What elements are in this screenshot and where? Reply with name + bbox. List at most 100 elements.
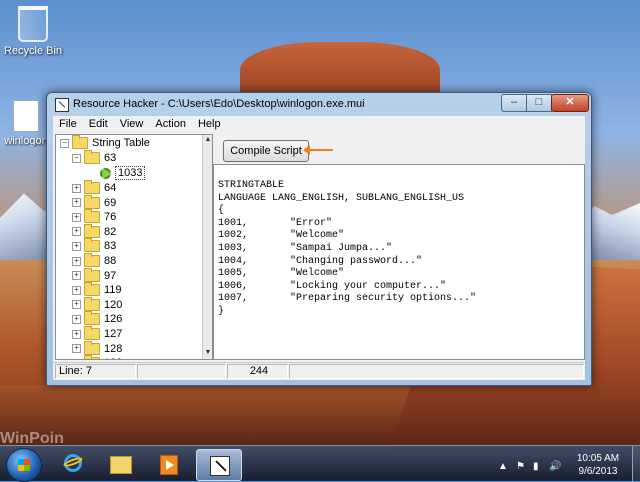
expand-icon[interactable]: + bbox=[72, 344, 81, 354]
folder-icon bbox=[84, 355, 100, 359]
clock-time: 10:05 AM bbox=[576, 453, 620, 464]
show-hidden-icons[interactable]: ▲ bbox=[498, 461, 508, 472]
code-line: 1004, "Changing password..." bbox=[218, 255, 423, 267]
tree-node[interactable]: +64 bbox=[72, 180, 117, 196]
code-line: 1006, "Locking your computer..." bbox=[218, 280, 447, 292]
document-icon bbox=[13, 100, 39, 132]
close-button[interactable]: ✕ bbox=[551, 94, 589, 112]
desktop-icon-winlogon[interactable]: winlogon bbox=[0, 98, 52, 147]
expand-icon[interactable]: + bbox=[72, 271, 81, 281]
expand-icon[interactable]: + bbox=[72, 198, 81, 208]
tree-node-63[interactable]: − 63 bbox=[72, 150, 117, 166]
tree-node[interactable]: +126 bbox=[72, 311, 123, 327]
menu-edit[interactable]: Edit bbox=[83, 116, 114, 130]
tree-node[interactable]: +88 bbox=[72, 253, 117, 269]
taskbar-internet-explorer[interactable] bbox=[50, 449, 94, 479]
expand-icon[interactable]: + bbox=[72, 227, 81, 237]
tree-node-string-table[interactable]: − String Table bbox=[60, 135, 150, 151]
start-button[interactable] bbox=[6, 448, 42, 482]
folder-icon bbox=[84, 180, 100, 195]
resource-tree[interactable]: − String Table −63 1033 +64 +69 +76 +82 +83 +8… bbox=[55, 134, 213, 360]
folder-icon bbox=[84, 194, 100, 209]
status-message bbox=[289, 364, 584, 379]
taskbar-media-player[interactable] bbox=[146, 449, 190, 479]
window-title: Resource Hacker - C:\Users\Edo\Desktop\w… bbox=[73, 98, 365, 110]
code-line: 1003, "Sampai Jumpa..." bbox=[218, 243, 393, 254]
tree-node-label: 129 bbox=[104, 357, 122, 359]
internet-explorer-icon bbox=[64, 454, 82, 472]
windows-logo-icon bbox=[18, 459, 30, 471]
folder-icon bbox=[84, 253, 100, 268]
tree-node[interactable]: +83 bbox=[72, 238, 116, 254]
taskbar-resource-hacker[interactable] bbox=[196, 449, 242, 481]
tree-node[interactable]: +69 bbox=[72, 194, 116, 211]
expand-icon[interactable]: + bbox=[72, 212, 81, 222]
scroll-down-icon[interactable]: ▼ bbox=[203, 348, 212, 358]
resource-gear-icon bbox=[100, 167, 111, 179]
code-line: 1007, "Preparing security options..." bbox=[218, 293, 477, 305]
folder-icon bbox=[84, 209, 100, 224]
menu-file[interactable]: File bbox=[53, 116, 83, 130]
desktop-icon-recycle-bin[interactable]: Recycle Bin bbox=[0, 0, 66, 57]
menu-bar: File Edit View Action Help bbox=[53, 116, 585, 133]
tree-node-label: 64 bbox=[104, 182, 117, 194]
expand-icon[interactable]: + bbox=[72, 285, 81, 295]
folder-icon bbox=[84, 282, 100, 297]
folder-icon bbox=[84, 311, 100, 326]
action-center-flag-icon[interactable]: ⚑ bbox=[516, 461, 525, 472]
folder-icon bbox=[84, 340, 100, 355]
expand-icon[interactable]: + bbox=[72, 256, 81, 266]
window-client: File Edit View Action Help − String Table − 63… bbox=[53, 116, 585, 380]
expand-icon[interactable]: + bbox=[72, 314, 81, 324]
script-editor[interactable]: STRINGTABLE LANGUAGE LANG_ENGLISH, SUBLAN… bbox=[213, 164, 585, 360]
folder-open-icon bbox=[72, 135, 88, 150]
tree-node-label: 88 bbox=[104, 255, 117, 267]
show-desktop-button[interactable] bbox=[632, 446, 640, 481]
tree-node[interactable]: +82 bbox=[72, 223, 117, 240]
expand-icon[interactable]: + bbox=[72, 300, 81, 310]
code-line: LANGUAGE LANG_ENGLISH, SUBLANG_ENGLISH_U… bbox=[218, 192, 465, 204]
expand-icon[interactable]: + bbox=[72, 329, 81, 339]
system-clock[interactable]: 10:05 AM 9/6/2013 bbox=[568, 452, 628, 478]
expand-icon[interactable]: + bbox=[72, 358, 81, 359]
minimize-button[interactable]: – bbox=[501, 94, 527, 112]
taskbar: ▲ ⚑ ▮ 🔊 10:05 AM 9/6/2013 bbox=[0, 445, 640, 482]
taskbar-windows-explorer[interactable] bbox=[98, 449, 142, 479]
resource-hacker-icon bbox=[55, 98, 69, 112]
tree-node[interactable]: +97 bbox=[72, 267, 117, 284]
tree-node[interactable]: +119 bbox=[72, 282, 122, 298]
tree-node[interactable]: +129 bbox=[72, 355, 122, 359]
collapse-icon[interactable]: − bbox=[72, 153, 81, 163]
tree-node-label: 1033 bbox=[115, 166, 146, 180]
status-bar: Line: 7 244 bbox=[53, 362, 585, 379]
menu-help[interactable]: Help bbox=[192, 116, 227, 130]
expand-icon[interactable]: + bbox=[72, 241, 81, 251]
collapse-icon[interactable]: − bbox=[60, 138, 69, 148]
tree-node[interactable]: +127 bbox=[72, 326, 123, 342]
code-line: STRINGTABLE bbox=[218, 180, 285, 191]
folder-icon bbox=[84, 326, 100, 341]
folder-icon bbox=[84, 238, 100, 253]
tree-node[interactable]: +128 bbox=[72, 340, 122, 357]
resource-hacker-icon bbox=[210, 456, 230, 476]
expand-icon[interactable]: + bbox=[72, 183, 81, 193]
menu-view[interactable]: View bbox=[114, 116, 150, 130]
volume-icon[interactable]: 🔊 bbox=[549, 461, 561, 472]
title-bar[interactable]: Resource Hacker - C:\Users\Edo\Desktop\w… bbox=[47, 93, 591, 115]
tree-node-label: 127 bbox=[104, 328, 123, 340]
compile-script-button[interactable]: Compile Script bbox=[223, 140, 309, 162]
tree-node-1033[interactable]: 1033 bbox=[100, 166, 146, 181]
tree-node-label: 120 bbox=[104, 298, 123, 311]
tree-node[interactable]: +120 bbox=[72, 296, 123, 313]
tree-node-label: 119 bbox=[104, 284, 122, 297]
tree-node-label: 82 bbox=[104, 225, 117, 238]
tree-scrollbar[interactable]: ▲ ▼ bbox=[202, 135, 212, 359]
menu-action[interactable]: Action bbox=[149, 116, 192, 130]
tree-node-label: 97 bbox=[104, 269, 117, 282]
maximize-button[interactable]: □ bbox=[526, 94, 552, 112]
scroll-up-icon[interactable]: ▲ bbox=[203, 135, 212, 145]
tree-node-label: 63 bbox=[104, 152, 117, 164]
tree-node[interactable]: +76 bbox=[72, 209, 116, 225]
network-icon[interactable]: ▮ bbox=[533, 461, 539, 472]
tree-node-label: 126 bbox=[104, 313, 123, 326]
